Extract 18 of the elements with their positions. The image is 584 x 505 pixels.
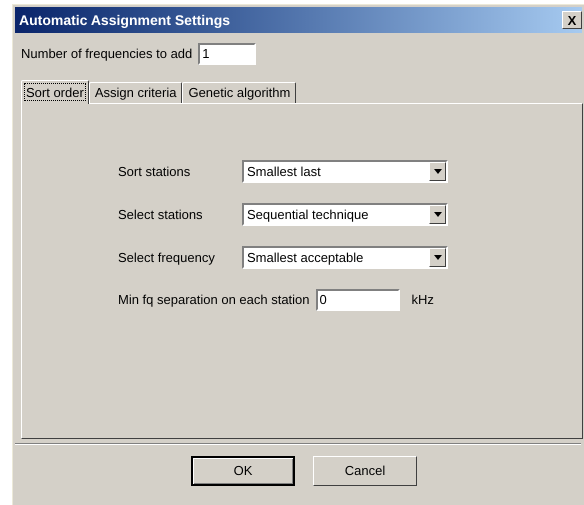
field-label: Sort stations	[118, 162, 192, 181]
tab[interactable]: Assign criteria	[88, 82, 182, 103]
close-button[interactable]: X	[562, 11, 582, 29]
field-label: Min fq separation on each station	[118, 291, 310, 310]
dropdown[interactable]: Smallest acceptable	[242, 246, 448, 269]
tab[interactable]: Genetic algorithm	[182, 82, 296, 103]
dialog-button[interactable]: OK	[191, 456, 295, 486]
dialog-button[interactable]: Cancel	[313, 456, 417, 486]
separation-field[interactable]: 0	[316, 289, 400, 311]
dropdown[interactable]: Sequential technique	[242, 203, 448, 226]
dropdown[interactable]: Smallest last	[242, 160, 448, 183]
window-title: Automatic Assignment Settings	[19, 10, 230, 30]
field-label: Number of frequencies to add	[21, 45, 192, 64]
count-field[interactable]: 1	[198, 43, 256, 65]
tab[interactable]: Sort order	[21, 80, 89, 104]
field-label: Select frequency	[118, 248, 216, 267]
field-label: Select stations	[118, 206, 204, 224]
unit-label: kHz	[412, 291, 434, 310]
